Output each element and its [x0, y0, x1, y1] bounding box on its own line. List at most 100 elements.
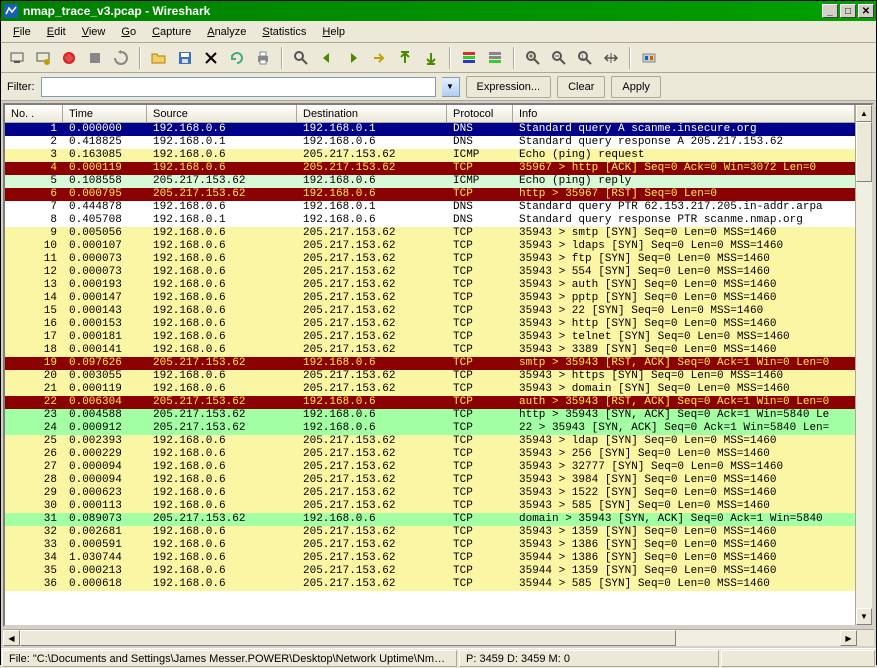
clear-button[interactable]: Clear: [557, 76, 605, 98]
packet-row[interactable]: 120.000073192.168.0.6205.217.153.62TCP35…: [5, 266, 855, 279]
options-icon[interactable]: [31, 46, 55, 70]
column-header-time[interactable]: Time: [63, 105, 147, 122]
autoscroll-icon[interactable]: [483, 46, 507, 70]
packet-row[interactable]: 170.000181192.168.0.6205.217.153.62TCP35…: [5, 331, 855, 344]
column-header-destination[interactable]: Destination: [297, 105, 447, 122]
print-icon[interactable]: [251, 46, 275, 70]
horizontal-scrollbar[interactable]: ◀ ▶: [3, 629, 874, 646]
find-icon[interactable]: [289, 46, 313, 70]
packet-row[interactable]: 90.005056192.168.0.6205.217.153.62TCP359…: [5, 227, 855, 240]
packet-row[interactable]: 200.003055192.168.0.6205.217.153.62TCP35…: [5, 370, 855, 383]
packet-row[interactable]: 240.000912205.217.153.62192.168.0.6TCP22…: [5, 422, 855, 435]
packet-row[interactable]: 360.000618192.168.0.6205.217.153.62TCP35…: [5, 578, 855, 591]
packet-row[interactable]: 160.000153192.168.0.6205.217.153.62TCP35…: [5, 318, 855, 331]
column-header-source[interactable]: Source: [147, 105, 297, 122]
minimize-button[interactable]: _: [822, 4, 838, 18]
packet-row[interactable]: 110.000073192.168.0.6205.217.153.62TCP35…: [5, 253, 855, 266]
packet-rows[interactable]: 10.000000192.168.0.6192.168.0.1DNSStanda…: [5, 123, 855, 625]
filter-dropdown-icon[interactable]: ▼: [442, 77, 460, 97]
packet-row[interactable]: 40.000119192.168.0.6205.217.153.62TCP359…: [5, 162, 855, 175]
packet-row[interactable]: 330.000591192.168.0.6205.217.153.62TCP35…: [5, 539, 855, 552]
last-icon[interactable]: [419, 46, 443, 70]
zoom-reset-icon[interactable]: 1: [573, 46, 597, 70]
goto-icon[interactable]: [367, 46, 391, 70]
packet-row[interactable]: 150.000143192.168.0.6205.217.153.62TCP35…: [5, 305, 855, 318]
scroll-thumb[interactable]: [856, 122, 872, 182]
column-header-protocol[interactable]: Protocol: [447, 105, 513, 122]
packet-row[interactable]: 220.006304205.217.153.62192.168.0.6TCPau…: [5, 396, 855, 409]
packet-row[interactable]: 100.000107192.168.0.6205.217.153.62TCP35…: [5, 240, 855, 253]
toolbar-separator: [513, 47, 515, 69]
packet-row[interactable]: 180.000141192.168.0.6205.217.153.62TCP35…: [5, 344, 855, 357]
cell: 35943 > 585 [SYN] Seq=0 Len=0 MSS=1460: [513, 500, 855, 513]
back-icon[interactable]: [315, 46, 339, 70]
status-extra: [721, 650, 875, 667]
packet-row[interactable]: 140.000147192.168.0.6205.217.153.62TCP35…: [5, 292, 855, 305]
vertical-scrollbar[interactable]: ▲ ▼: [855, 105, 872, 625]
packet-row[interactable]: 290.000623192.168.0.6205.217.153.62TCP35…: [5, 487, 855, 500]
scroll-down-icon[interactable]: ▼: [856, 608, 872, 625]
packet-row[interactable]: 341.030744192.168.0.6205.217.153.62TCP35…: [5, 552, 855, 565]
reload-icon[interactable]: [225, 46, 249, 70]
interfaces-icon[interactable]: [5, 46, 29, 70]
menu-statistics[interactable]: Statistics: [254, 24, 314, 40]
packet-row[interactable]: 310.089073205.217.153.62192.168.0.6TCPdo…: [5, 513, 855, 526]
menu-view[interactable]: View: [74, 24, 114, 40]
column-header-info[interactable]: Info: [513, 105, 855, 122]
cell: 192.168.0.6: [147, 500, 297, 513]
colorize-icon[interactable]: [457, 46, 481, 70]
expression-button[interactable]: Expression...: [466, 76, 552, 98]
close-icon[interactable]: [199, 46, 223, 70]
save-icon[interactable]: [173, 46, 197, 70]
zoom-in-icon[interactable]: [521, 46, 545, 70]
packet-row[interactable]: 80.405708192.168.0.1192.168.0.6DNSStanda…: [5, 214, 855, 227]
packet-row[interactable]: 350.000213192.168.0.6205.217.153.62TCP35…: [5, 565, 855, 578]
packet-row[interactable]: 280.000094192.168.0.6205.217.153.62TCP35…: [5, 474, 855, 487]
menu-go[interactable]: Go: [113, 24, 144, 40]
start-icon[interactable]: [57, 46, 81, 70]
cell: 35943 > 3984 [SYN] Seq=0 Len=0 MSS=1460: [513, 474, 855, 487]
packet-row[interactable]: 190.097626205.217.153.62192.168.0.6TCPsm…: [5, 357, 855, 370]
scroll-thumb-h[interactable]: [20, 630, 676, 646]
apply-button[interactable]: Apply: [611, 76, 661, 98]
packet-row[interactable]: 230.004588205.217.153.62192.168.0.6TCPht…: [5, 409, 855, 422]
maximize-button[interactable]: □: [840, 4, 856, 18]
cell: 28: [5, 474, 63, 487]
cell: 18: [5, 344, 63, 357]
packet-row[interactable]: 50.108558205.217.153.62192.168.0.6ICMPEc…: [5, 175, 855, 188]
resize-cols-icon[interactable]: [599, 46, 623, 70]
menu-edit[interactable]: Edit: [39, 24, 74, 40]
packet-row[interactable]: 130.000193192.168.0.6205.217.153.62TCP35…: [5, 279, 855, 292]
scroll-up-icon[interactable]: ▲: [856, 105, 872, 122]
open-icon[interactable]: [147, 46, 171, 70]
cell: 192.168.0.6: [147, 578, 297, 591]
packet-row[interactable]: 20.418825192.168.0.1192.168.0.6DNSStanda…: [5, 136, 855, 149]
zoom-out-icon[interactable]: [547, 46, 571, 70]
packet-row[interactable]: 300.000113192.168.0.6205.217.153.62TCP35…: [5, 500, 855, 513]
prefs-icon[interactable]: [637, 46, 661, 70]
packet-row[interactable]: 30.163085192.168.0.6205.217.153.62ICMPEc…: [5, 149, 855, 162]
first-icon[interactable]: [393, 46, 417, 70]
scroll-right-icon[interactable]: ▶: [840, 630, 857, 646]
cell: 35944 > 585 [SYN] Seq=0 Len=0 MSS=1460: [513, 578, 855, 591]
column-header-no[interactable]: No. .: [5, 105, 63, 122]
packet-row[interactable]: 270.000094192.168.0.6205.217.153.62TCP35…: [5, 461, 855, 474]
packet-row[interactable]: 260.000229192.168.0.6205.217.153.62TCP35…: [5, 448, 855, 461]
packet-row[interactable]: 10.000000192.168.0.6192.168.0.1DNSStanda…: [5, 123, 855, 136]
menu-analyze[interactable]: Analyze: [199, 24, 254, 40]
close-button[interactable]: ✕: [858, 4, 874, 18]
packet-row[interactable]: 60.000795205.217.153.62192.168.0.6TCPhtt…: [5, 188, 855, 201]
packet-row[interactable]: 70.444878192.168.0.6192.168.0.1DNSStanda…: [5, 201, 855, 214]
packet-row[interactable]: 210.000119192.168.0.6205.217.153.62TCP35…: [5, 383, 855, 396]
packet-row[interactable]: 320.002681192.168.0.6205.217.153.62TCP35…: [5, 526, 855, 539]
menu-file[interactable]: File: [5, 24, 39, 40]
scroll-left-icon[interactable]: ◀: [3, 630, 20, 646]
menu-help[interactable]: Help: [314, 24, 353, 40]
packet-row[interactable]: 250.002393192.168.0.6205.217.153.62TCP35…: [5, 435, 855, 448]
menu-capture[interactable]: Capture: [144, 24, 199, 40]
filter-input[interactable]: [41, 77, 436, 97]
cell: 205.217.153.62: [297, 318, 447, 331]
stop-icon[interactable]: [83, 46, 107, 70]
forward-icon[interactable]: [341, 46, 365, 70]
restart-icon[interactable]: [109, 46, 133, 70]
